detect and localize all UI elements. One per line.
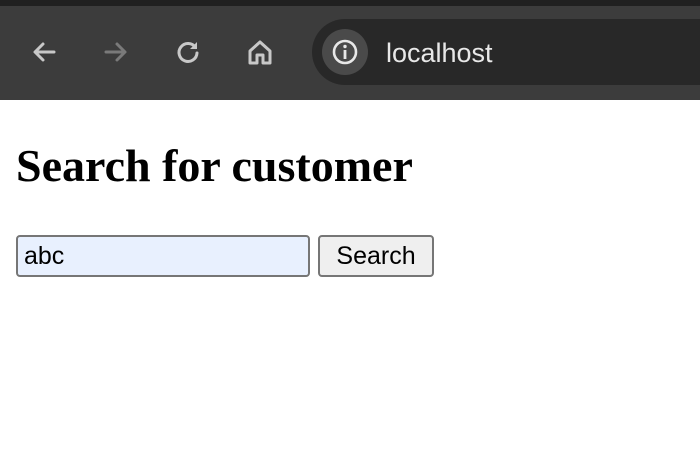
page-content: Search for customer Search [0, 100, 700, 466]
url-text[interactable]: localhost [386, 38, 493, 68]
page-title: Search for customer [16, 140, 413, 191]
info-icon [332, 39, 358, 65]
forward-button[interactable] [96, 32, 136, 72]
back-button[interactable] [24, 32, 64, 72]
address-bar[interactable]: localhost [312, 19, 700, 85]
site-info-button[interactable] [322, 29, 368, 75]
search-input[interactable] [16, 235, 310, 277]
arrow-left-icon [33, 42, 56, 62]
search-button[interactable]: Search [318, 235, 434, 277]
browser-toolbar: localhost [0, 0, 700, 100]
reload-icon [177, 42, 199, 63]
reload-button[interactable] [168, 32, 208, 72]
home-button[interactable] [240, 32, 280, 72]
home-icon [248, 40, 272, 65]
arrow-right-icon [104, 42, 127, 62]
